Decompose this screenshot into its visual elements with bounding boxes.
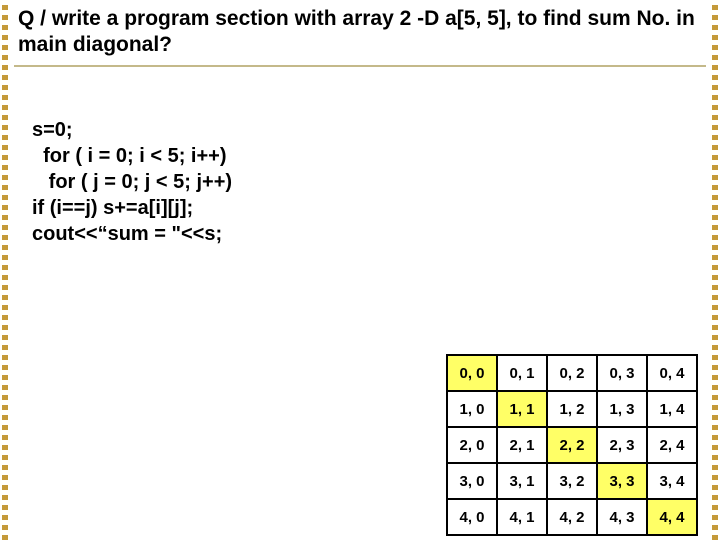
decorative-left-strip bbox=[2, 0, 8, 540]
grid-cell-4-3: 4, 3 bbox=[597, 499, 647, 535]
code-block: s=0; for ( i = 0; i < 5; i++) for ( j = … bbox=[32, 117, 706, 247]
grid-cell-1-1: 1, 1 bbox=[497, 391, 547, 427]
grid-cell-0-3: 0, 3 bbox=[597, 355, 647, 391]
grid-cell-0-2: 0, 2 bbox=[547, 355, 597, 391]
grid-cell-3-4: 3, 4 bbox=[647, 463, 697, 499]
grid-cell-3-0: 3, 0 bbox=[447, 463, 497, 499]
question-heading: Q / write a program section with array 2… bbox=[14, 4, 706, 67]
index-grid: 0, 00, 10, 20, 30, 4 1, 01, 11, 21, 31, 4… bbox=[446, 354, 698, 536]
grid-cell-3-1: 3, 1 bbox=[497, 463, 547, 499]
grid-cell-2-1: 2, 1 bbox=[497, 427, 547, 463]
grid-cell-1-3: 1, 3 bbox=[597, 391, 647, 427]
grid-cell-4-1: 4, 1 bbox=[497, 499, 547, 535]
grid-cell-3-2: 3, 2 bbox=[547, 463, 597, 499]
grid-cell-0-1: 0, 1 bbox=[497, 355, 547, 391]
grid-cell-1-4: 1, 4 bbox=[647, 391, 697, 427]
grid-cell-0-4: 0, 4 bbox=[647, 355, 697, 391]
grid-cell-3-3: 3, 3 bbox=[597, 463, 647, 499]
grid-cell-4-0: 4, 0 bbox=[447, 499, 497, 535]
grid-cell-4-4: 4, 4 bbox=[647, 499, 697, 535]
grid-cell-2-0: 2, 0 bbox=[447, 427, 497, 463]
grid-cell-0-0: 0, 0 bbox=[447, 355, 497, 391]
grid-cell-2-3: 2, 3 bbox=[597, 427, 647, 463]
grid-cell-1-0: 1, 0 bbox=[447, 391, 497, 427]
grid-cell-2-2: 2, 2 bbox=[547, 427, 597, 463]
slide-content: Q / write a program section with array 2… bbox=[14, 4, 706, 536]
grid-cell-2-4: 2, 4 bbox=[647, 427, 697, 463]
grid-cell-1-2: 1, 2 bbox=[547, 391, 597, 427]
decorative-right-strip bbox=[712, 0, 718, 540]
grid-cell-4-2: 4, 2 bbox=[547, 499, 597, 535]
